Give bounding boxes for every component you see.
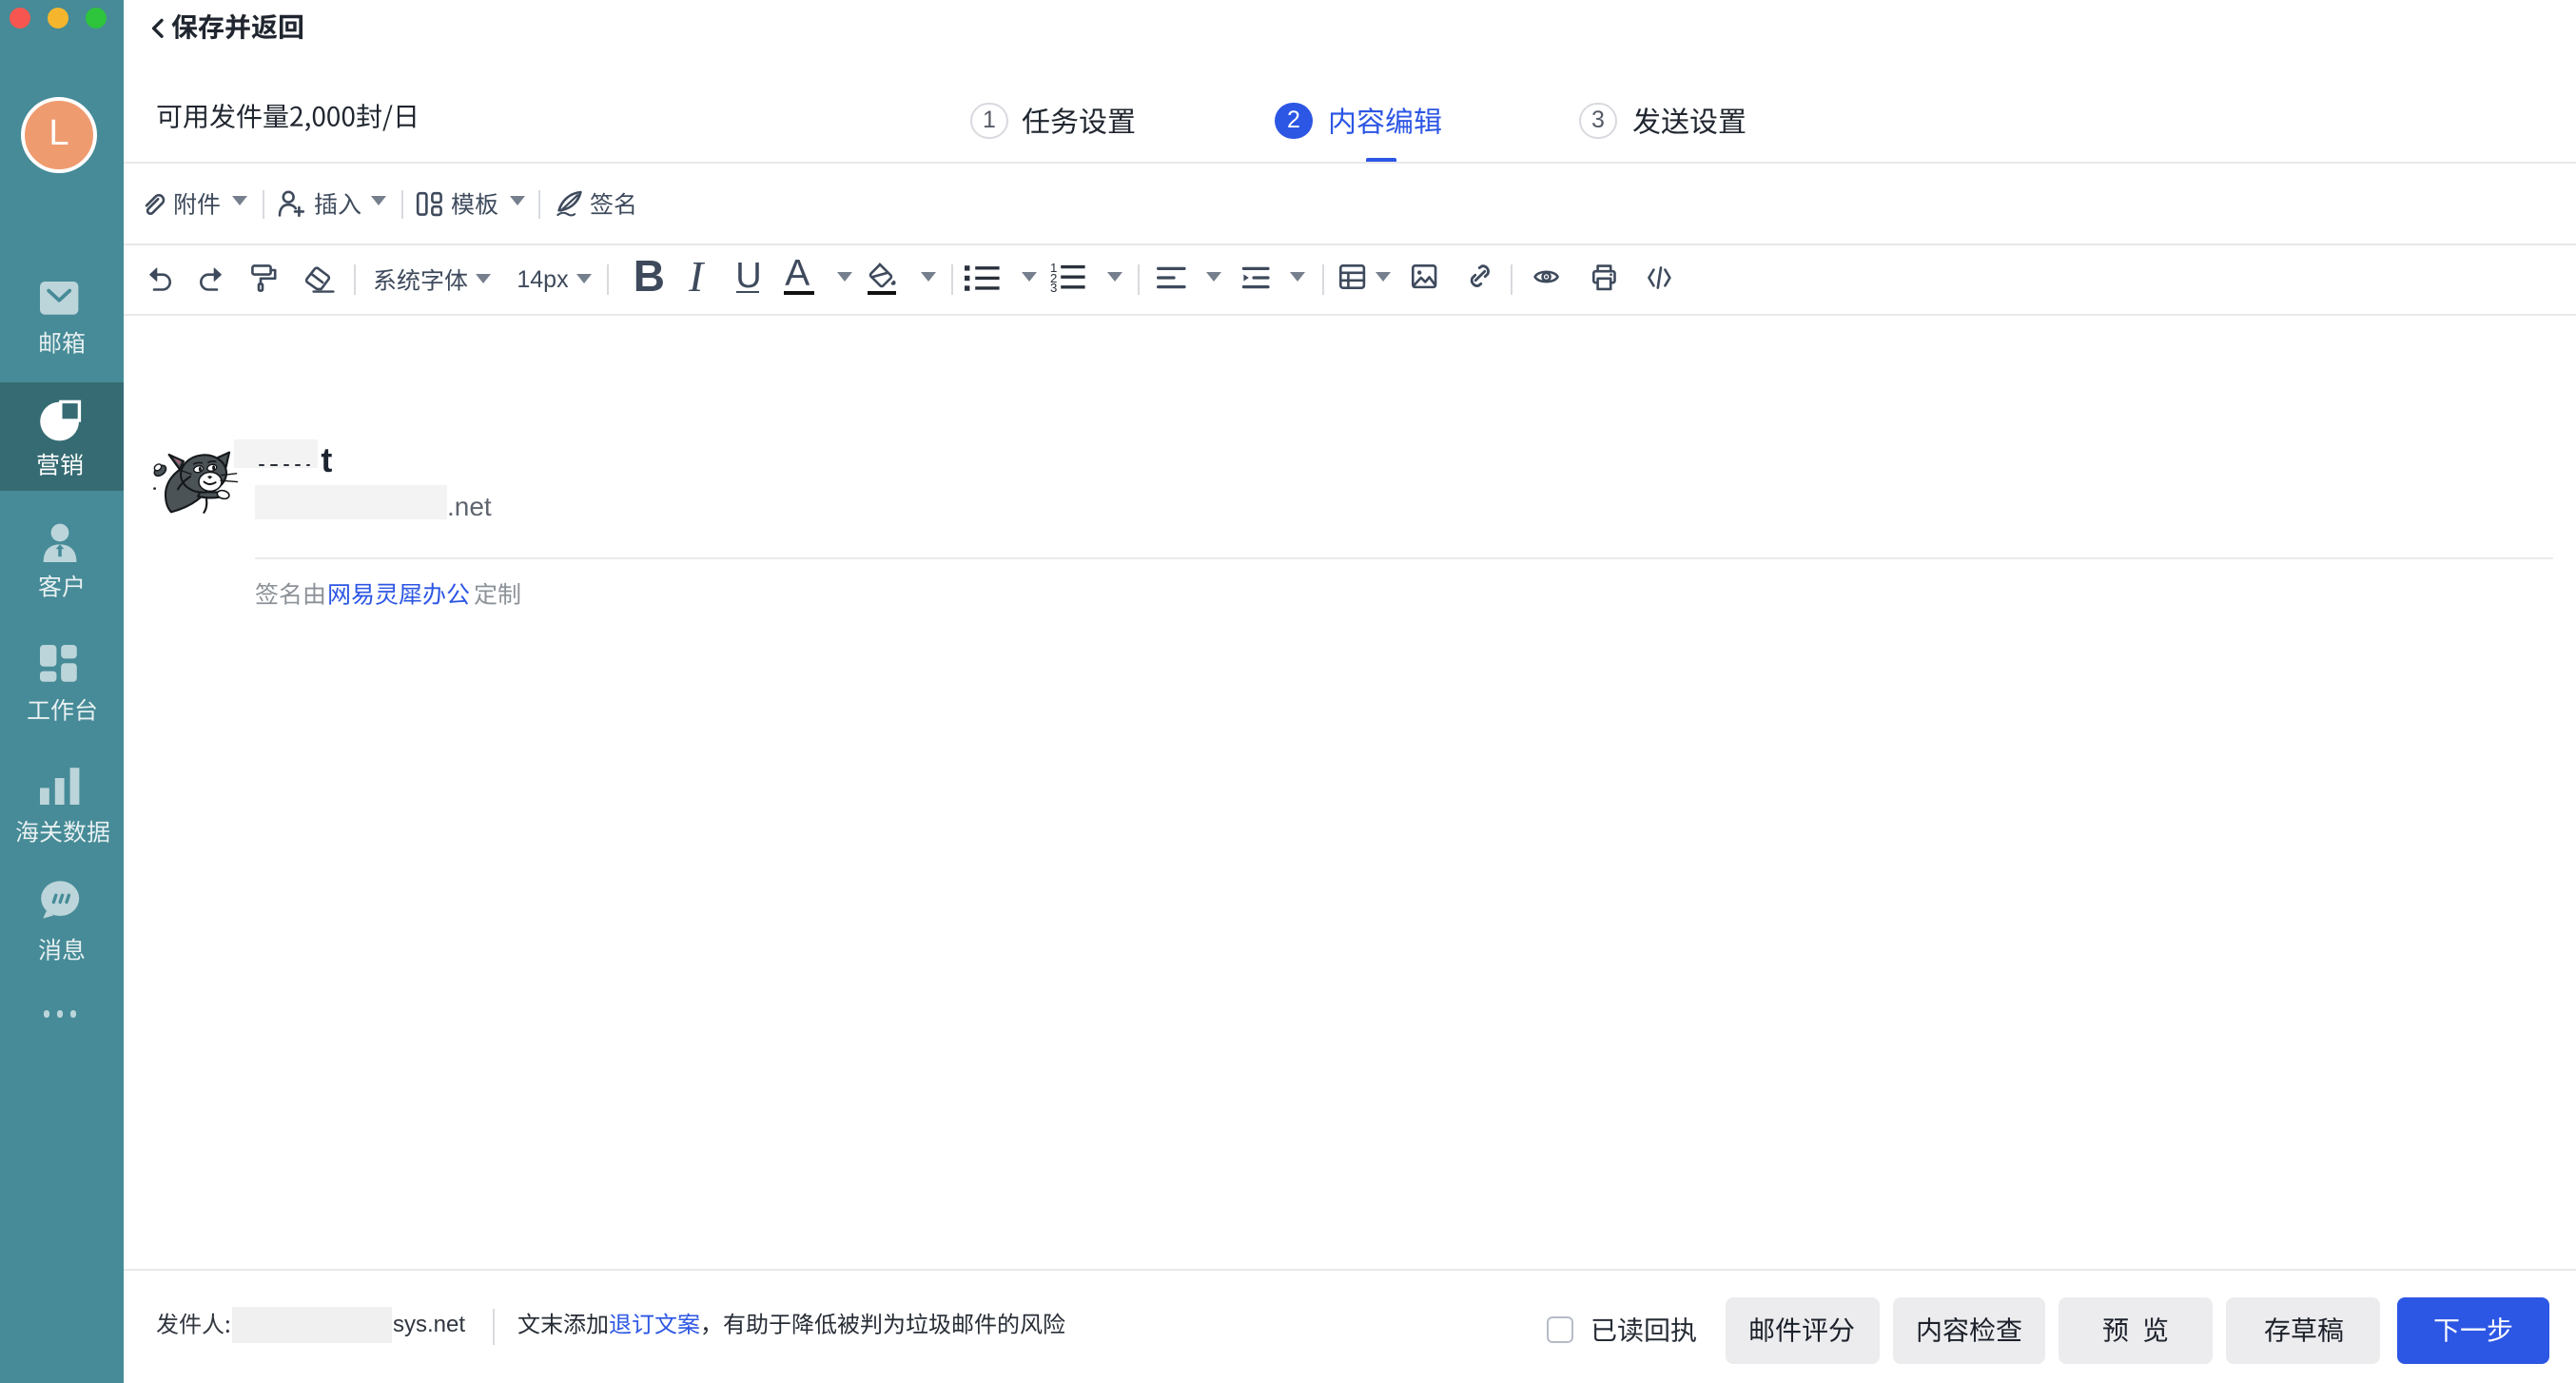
svg-text:3: 3 [1050,282,1057,296]
